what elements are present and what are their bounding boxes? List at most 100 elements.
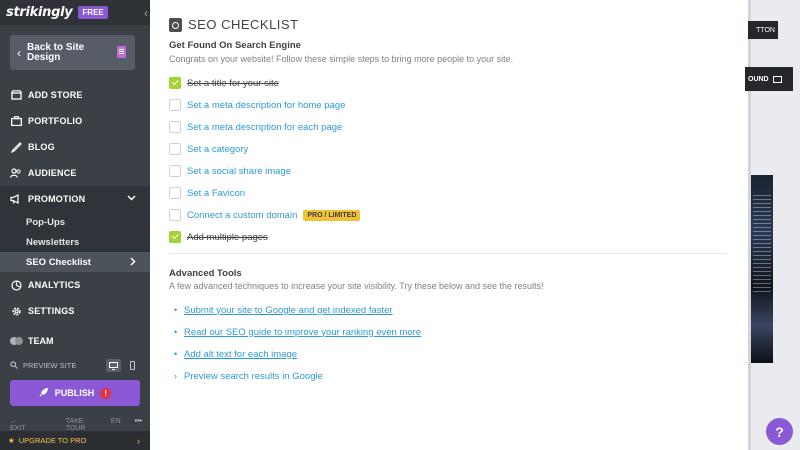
section-subtitle-get-found: Congrats on your website! Follow these s…: [169, 54, 514, 64]
alt-text-link[interactable]: Add alt text for each image: [184, 349, 297, 360]
search-icon: [10, 360, 18, 371]
checklist-item-label[interactable]: Set a title for your site: [187, 78, 279, 89]
publish-button[interactable]: PUBLISH !: [10, 380, 140, 406]
gear-icon: [10, 305, 22, 317]
checklist-item: Add multiple pages: [169, 226, 360, 248]
chevron-right-icon: ›: [174, 371, 177, 381]
team-label: TEAM: [28, 336, 54, 346]
chevron-down-icon: [127, 193, 136, 203]
checkbox-checked[interactable]: [169, 77, 181, 89]
checkbox[interactable]: [169, 99, 181, 111]
preview-search-results-toggle[interactable]: Preview search results in Google: [184, 371, 323, 382]
sidebar-item-portfolio[interactable]: PORTFOLIO: [0, 108, 150, 134]
checkbox[interactable]: [169, 187, 181, 199]
section-divider: [169, 253, 727, 254]
more-options-icon[interactable]: •••: [135, 418, 142, 432]
checklist-item: Set a title for your site: [169, 72, 360, 94]
upgrade-label: UPGRADE TO PRO: [18, 436, 87, 445]
back-to-site-design-button[interactable]: ‹ Back to Site Design: [10, 35, 135, 70]
pro-limited-badge: PRO / LIMITED: [303, 209, 361, 221]
desktop-preview-icon[interactable]: [106, 359, 121, 372]
back-button-label: Back to Site Design: [27, 41, 85, 63]
sidebar-item-blog[interactable]: BLOG: [0, 134, 150, 160]
sidebar-item-label: PROMOTION: [28, 194, 86, 204]
sidebar-subitem-popups[interactable]: Pop-Ups: [0, 212, 150, 232]
advanced-tools-list: • Submit your site to Google and get ind…: [174, 299, 421, 387]
collapse-sidebar-icon[interactable]: ‹: [144, 6, 148, 20]
analytics-icon: [10, 279, 22, 291]
background-button-label: OUND: [748, 75, 769, 83]
seo-checklist-panel: SEO CHECKLIST Get Found On Search Engine…: [150, 0, 748, 450]
checklist-item: Set a category: [169, 138, 360, 160]
preview-site-label[interactable]: PREVIEW SITE: [23, 361, 76, 370]
sidebar-item-label: PORTFOLIO: [28, 116, 83, 126]
store-icon: [10, 89, 22, 101]
bullet-icon: •: [174, 305, 178, 315]
sidebar-item-label: AUDIENCE: [28, 168, 77, 178]
submit-to-google-link[interactable]: Submit your site to Google and get index…: [184, 305, 393, 316]
sidebar-item-audience[interactable]: AUDIENCE: [0, 160, 150, 186]
blog-icon: [10, 141, 22, 153]
bullet-icon: •: [174, 349, 178, 359]
audience-icon: [10, 167, 22, 179]
checklist-item: Set a Favicon: [169, 182, 360, 204]
arrow-left-icon: ←: [10, 418, 17, 425]
sidebar-subitem-seo-checklist[interactable]: SEO Checklist: [0, 252, 150, 272]
seo-checklist: Set a title for your site Set a meta des…: [169, 72, 361, 248]
help-button[interactable]: ?: [766, 418, 793, 445]
image-icon: [772, 75, 782, 83]
checkbox[interactable]: [169, 165, 181, 177]
sidebar-item-analytics[interactable]: ANALYTICS: [0, 272, 150, 298]
checklist-item: Set a social share image: [169, 160, 360, 182]
upgrade-to-pro-link[interactable]: ★ UPGRADE TO PRO ›: [0, 431, 150, 450]
tool-item: • Read our SEO guide to improve your ran…: [174, 321, 421, 343]
checklist-item: Connect a custom domain PRO / LIMITED: [169, 204, 361, 226]
sidebar-item-label: BLOG: [28, 142, 55, 152]
sidebar-item-promotion[interactable]: PROMOTION: [0, 186, 150, 212]
checklist-item-link[interactable]: Set a Favicon: [187, 188, 245, 199]
rocket-icon: [39, 387, 49, 399]
panel-title-text: SEO CHECKLIST: [188, 17, 299, 32]
checklist-item-link[interactable]: Set a meta description for each page: [187, 122, 342, 133]
alert-badge: !: [100, 387, 112, 399]
tool-item[interactable]: › Preview search results in Google: [174, 365, 421, 387]
seo-search-icon: [169, 17, 182, 32]
checklist-item-link[interactable]: Set a social share image: [187, 166, 291, 177]
checklist-item: Set a meta description for home page: [169, 94, 360, 116]
brand-logo[interactable]: strikingly: [6, 5, 73, 20]
checkbox-checked[interactable]: [169, 231, 181, 243]
chevron-left-icon: ‹: [17, 45, 21, 60]
publish-label: PUBLISH: [54, 388, 95, 398]
checklist-item-link[interactable]: Connect a custom domain: [187, 210, 297, 221]
language-selector[interactable]: EN: [111, 418, 121, 432]
background-site-button: TTON: [748, 21, 778, 39]
chevron-right-icon: [130, 257, 136, 268]
sidebar-subitem-newsletters[interactable]: Newsletters: [0, 232, 150, 252]
take-tour-link[interactable]: TAKE TOUR: [66, 418, 97, 432]
mobile-preview-icon[interactable]: [125, 359, 140, 372]
tool-item: • Add alt text for each image: [174, 343, 421, 365]
chevron-right-icon: ›: [137, 435, 140, 446]
team-link[interactable]: TEAM: [10, 336, 54, 346]
checklist-item-link[interactable]: Set a meta description for home page: [187, 100, 345, 111]
exit-link[interactable]: ← EXIT: [10, 418, 52, 432]
background-site-button: OUND: [745, 67, 793, 91]
sidebar-item-add-store[interactable]: ADD STORE: [0, 82, 150, 108]
sidebar: strikingly FREE ‹ ‹ Back to Site Design …: [0, 0, 150, 450]
sidebar-item-label: SETTINGS: [28, 306, 75, 316]
sidebar-subitem-label: SEO Checklist: [26, 256, 91, 268]
page-design-icon: [117, 46, 126, 58]
preview-site-row: PREVIEW SITE: [10, 359, 140, 372]
sidebar-item-settings[interactable]: SETTINGS: [0, 298, 150, 324]
section-title-get-found: Get Found On Search Engine: [169, 40, 301, 51]
checkbox[interactable]: [169, 143, 181, 155]
checklist-item-link[interactable]: Set a category: [187, 144, 248, 155]
checkbox[interactable]: [169, 121, 181, 133]
megaphone-icon: [10, 193, 22, 205]
checkbox[interactable]: [169, 209, 181, 221]
checklist-item-label[interactable]: Add multiple pages: [187, 232, 268, 243]
checklist-item: Set a meta description for each page: [169, 116, 360, 138]
seo-guide-link[interactable]: Read our SEO guide to improve your ranki…: [184, 327, 421, 338]
sidebar-footer: ← EXIT TAKE TOUR EN •••: [10, 418, 142, 432]
star-icon: ★: [8, 436, 15, 445]
